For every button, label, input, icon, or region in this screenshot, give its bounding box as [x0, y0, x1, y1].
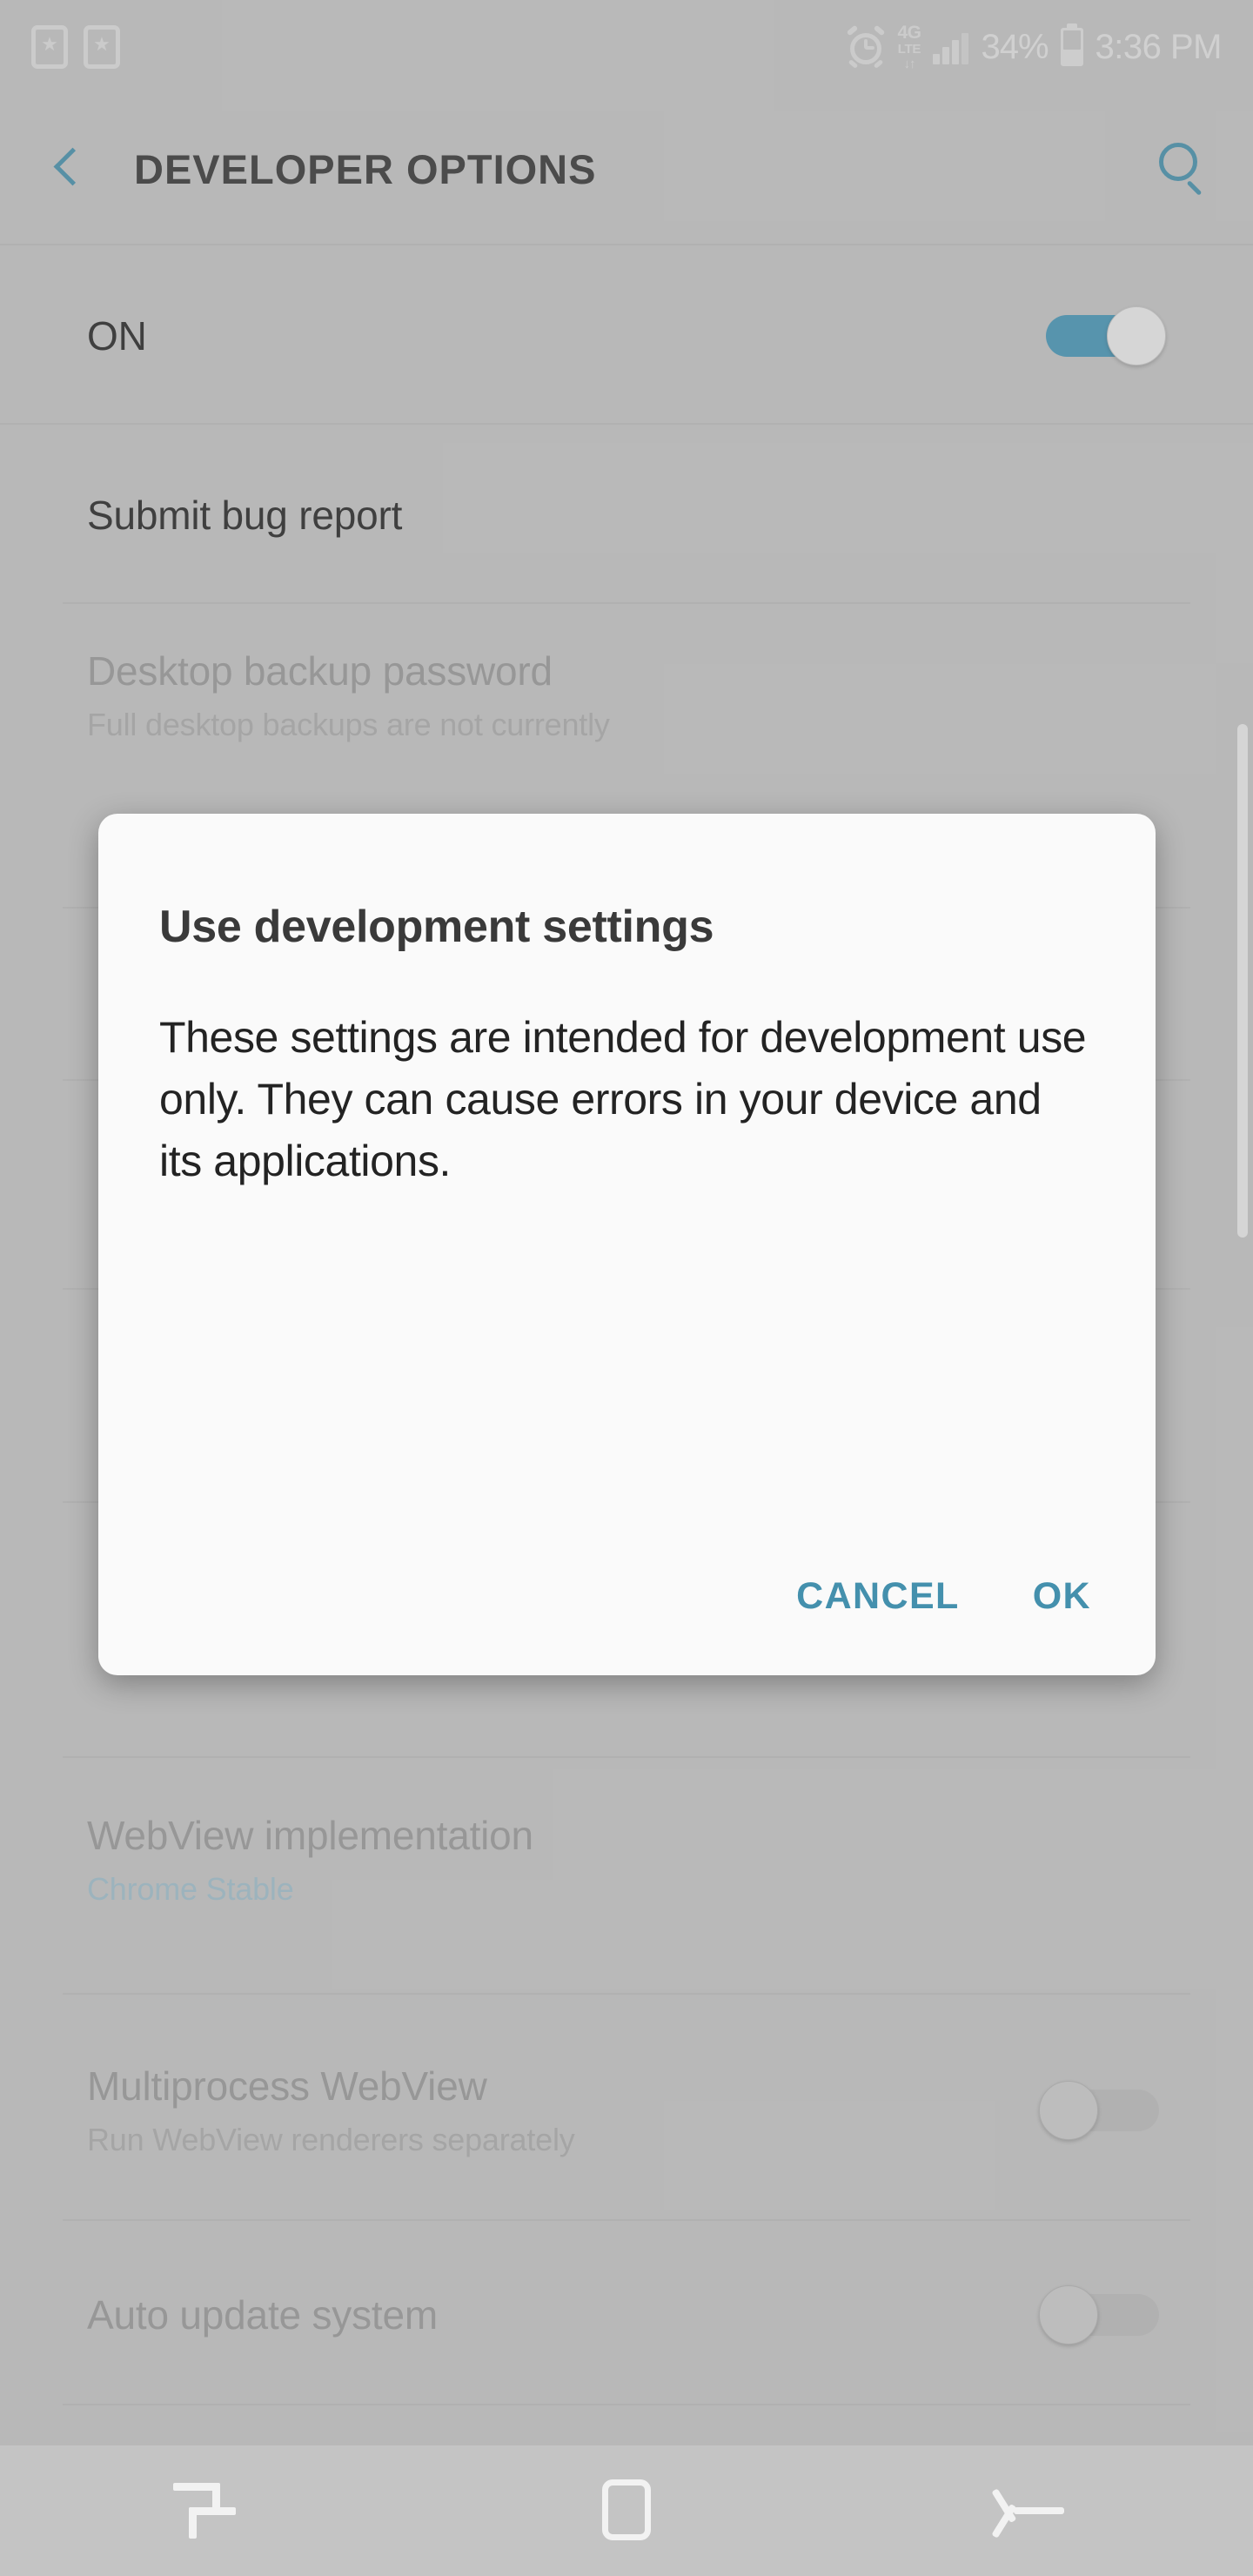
- network-type-label-bottom: LTE: [897, 42, 921, 57]
- status-bar: ★ ★ 4G LTE ↓↑ 34% 3:36 PM: [0, 0, 1253, 94]
- master-switch-label: ON: [87, 313, 147, 359]
- cancel-button[interactable]: CANCEL: [793, 1566, 963, 1627]
- list-item-desktop-backup-password[interactable]: Desktop backup password Full desktop bac…: [0, 609, 1253, 827]
- scrollbar[interactable]: [1237, 724, 1248, 1238]
- list-item-subtitle: Chrome Stable: [87, 1871, 294, 1907]
- master-switch-toggle[interactable]: [1039, 303, 1166, 369]
- multiprocess-webview-toggle[interactable]: [1039, 2077, 1166, 2143]
- search-icon[interactable]: [1156, 141, 1211, 197]
- network-type-icon: 4G LTE ↓↑: [897, 23, 921, 70]
- divider: [63, 1993, 1190, 1995]
- app-bar: DEVELOPER OPTIONS: [0, 94, 1253, 244]
- divider: [63, 2219, 1190, 2221]
- list-item-subtitle: Full desktop backups are not currently: [87, 707, 610, 742]
- back-chevron-icon[interactable]: [42, 144, 92, 194]
- home-icon[interactable]: [561, 2467, 692, 2554]
- list-item-title: WebView implementation: [87, 1813, 533, 1858]
- divider: [0, 244, 1253, 245]
- network-type-label-top: 4G: [897, 23, 921, 43]
- signal-bars-icon: [933, 30, 969, 64]
- dialog-message: These settings are intended for developm…: [159, 1013, 1087, 1185]
- list-item-title: Multiprocess WebView: [87, 2063, 487, 2109]
- status-bar-clock: 3:36 PM: [1095, 27, 1223, 66]
- bookmark-icon: ★: [31, 25, 68, 69]
- battery-percent-label: 34%: [981, 27, 1049, 66]
- list-item-submit-bug-report[interactable]: Submit bug report: [0, 428, 1253, 602]
- page-title: DEVELOPER OPTIONS: [134, 145, 597, 192]
- ok-button[interactable]: OK: [1029, 1566, 1095, 1627]
- list-item-webview-implementation[interactable]: WebView implementation Chrome Stable: [0, 1775, 1253, 1993]
- back-arrow-icon[interactable]: [979, 2467, 1109, 2554]
- navigation-bar: [0, 2445, 1253, 2576]
- battery-icon: [1060, 23, 1083, 66]
- auto-update-system-toggle[interactable]: [1039, 2282, 1166, 2348]
- developer-options-master-row[interactable]: ON: [0, 249, 1253, 423]
- list-item-multiprocess-webview[interactable]: Multiprocess WebView Run WebView rendere…: [0, 2002, 1253, 2219]
- divider: [63, 602, 1190, 604]
- list-item-title: Submit bug report: [87, 493, 403, 538]
- phone-screen: ★ ★ 4G LTE ↓↑ 34% 3:36 PM DEVELOPER OPTI…: [0, 0, 1253, 2576]
- bookmark-icon: ★: [84, 25, 120, 69]
- dialog-actions: CANCEL OK: [159, 1566, 1095, 1627]
- divider: [0, 423, 1253, 425]
- status-bar-notifications: ★ ★: [31, 25, 120, 69]
- list-item-auto-update-system[interactable]: Auto update system: [0, 2228, 1253, 2402]
- use-development-settings-dialog: Use development settings These settings …: [98, 814, 1156, 1675]
- alarm-icon: [847, 24, 886, 69]
- list-item-title: Desktop backup password: [87, 648, 553, 694]
- divider: [63, 2404, 1190, 2405]
- network-traffic-arrows: ↓↑: [903, 57, 915, 71]
- dialog-title: Use development settings: [159, 902, 714, 952]
- divider: [63, 1756, 1190, 1758]
- list-item-title: Auto update system: [87, 2292, 438, 2338]
- status-bar-system-icons: 4G LTE ↓↑ 34% 3:36 PM: [847, 23, 1223, 70]
- list-item-subtitle: Run WebView renderers separately: [87, 2121, 575, 2157]
- recents-icon[interactable]: [144, 2467, 274, 2554]
